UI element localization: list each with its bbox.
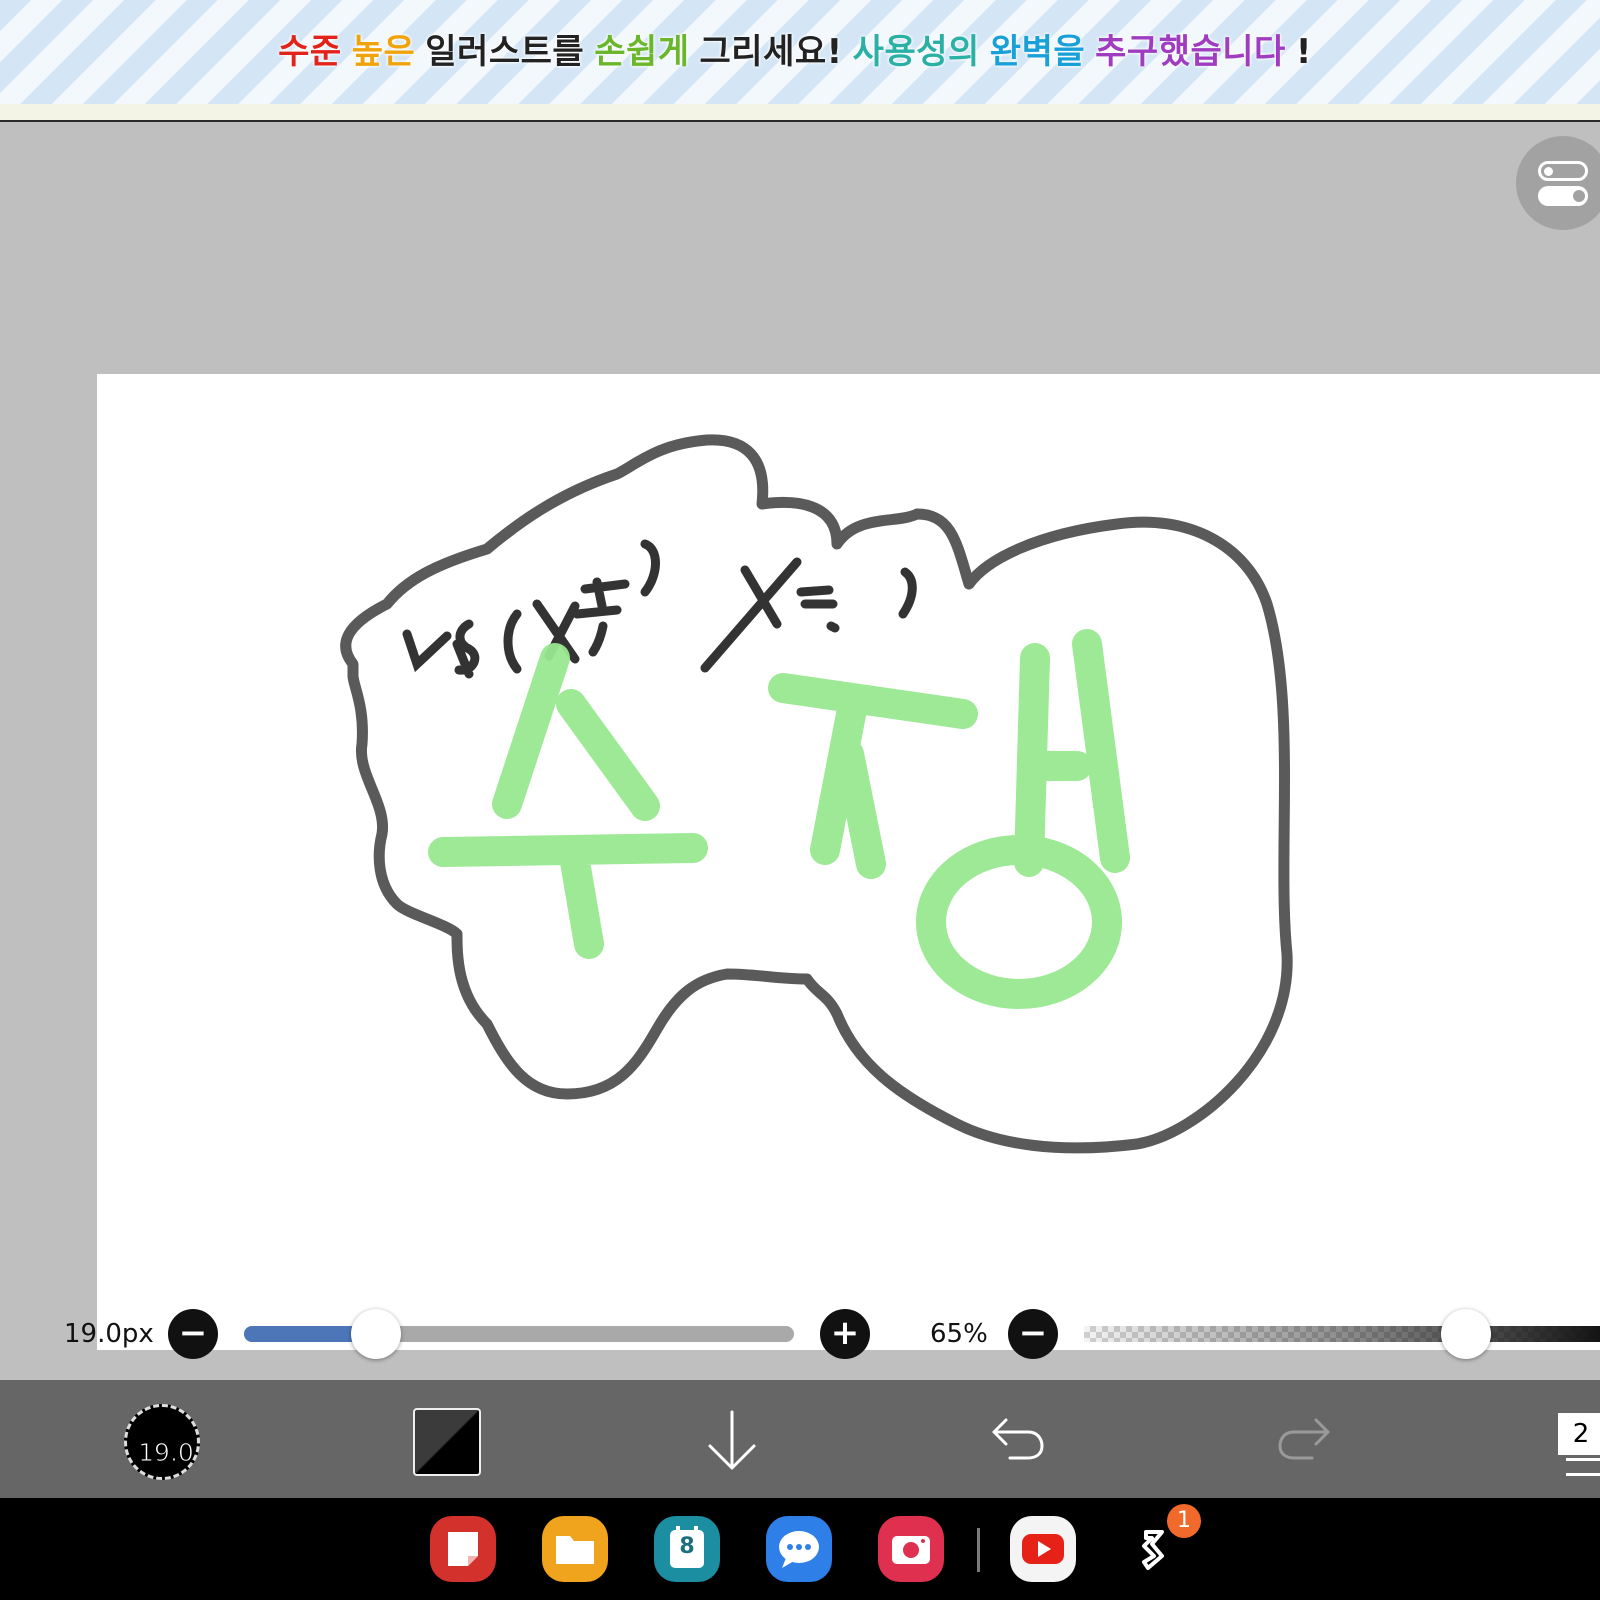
opacity-label: 65%: [930, 1319, 988, 1349]
dock-separator: [977, 1528, 980, 1572]
banner-text: 수준 높은 일러스트를 손쉽게 그리세요! 사용성의 완벽을 추구했습니다!: [278, 24, 1322, 73]
banner-word: 수준: [278, 31, 342, 72]
banner-word: !: [1295, 31, 1312, 72]
color-swatch-icon[interactable]: [413, 1408, 481, 1476]
banner-word: 일러스트를: [425, 31, 585, 72]
brush-controls: 19.0px − + 65% −: [0, 1306, 1600, 1362]
banner-word: 손쉽게: [594, 31, 690, 72]
opacity-slider[interactable]: [1084, 1326, 1600, 1342]
scribble-strokes: [402, 539, 917, 679]
brush-size-slider-handle[interactable]: [351, 1309, 401, 1359]
banner-word: 추구했습니다: [1095, 31, 1286, 72]
banner-word: 높은: [351, 31, 416, 72]
youtube-app-icon[interactable]: [1010, 1516, 1076, 1582]
notification-badge: 1: [1167, 1504, 1201, 1538]
download-icon[interactable]: [706, 1410, 758, 1472]
banner-word: 완벽을: [989, 31, 1086, 72]
bottom-toolbar: 19.0 2: [0, 1380, 1600, 1498]
size-decrease-button[interactable]: −: [168, 1309, 218, 1359]
layers-icon: [1566, 1458, 1600, 1476]
calendar-app-icon[interactable]: 8: [654, 1516, 720, 1582]
my-files-app-icon[interactable]: [542, 1516, 608, 1582]
messages-app-icon[interactable]: [766, 1516, 832, 1582]
calendar-day: 8: [679, 1534, 695, 1559]
toggle-on-icon: [1538, 186, 1588, 206]
banner-divider: [0, 104, 1600, 122]
banner-word: 그리세요!: [699, 31, 843, 72]
promo-banner[interactable]: 수준 높은 일러스트를 손쉽게 그리세요! 사용성의 완벽을 추구했습니다!: [0, 0, 1600, 104]
layers-button[interactable]: 2: [1558, 1413, 1600, 1455]
camera-app-icon[interactable]: [878, 1516, 944, 1582]
opacity-decrease-button[interactable]: −: [1008, 1309, 1058, 1359]
outline-stroke: [340, 434, 1293, 1154]
notes-app-icon[interactable]: [430, 1516, 496, 1582]
banner-word: 사용성의: [852, 31, 980, 72]
brush-size-slider[interactable]: [244, 1326, 794, 1342]
app-dock: 8 1: [0, 1498, 1600, 1600]
canvas-handwritten-text: [428, 629, 1130, 1009]
undo-icon[interactable]: [990, 1416, 1046, 1462]
toggle-off-icon: [1538, 161, 1588, 181]
ui-toggle-button[interactable]: [1516, 136, 1600, 230]
redo-icon[interactable]: [1276, 1416, 1332, 1462]
size-increase-button[interactable]: +: [820, 1309, 870, 1359]
drawing-canvas[interactable]: [97, 374, 1600, 1350]
brush-size-label: 19.0px: [64, 1319, 154, 1349]
opacity-slider-handle[interactable]: [1440, 1309, 1491, 1359]
canvas-artwork: [340, 434, 1293, 1154]
brush-size-value: 19.0: [138, 1438, 195, 1468]
